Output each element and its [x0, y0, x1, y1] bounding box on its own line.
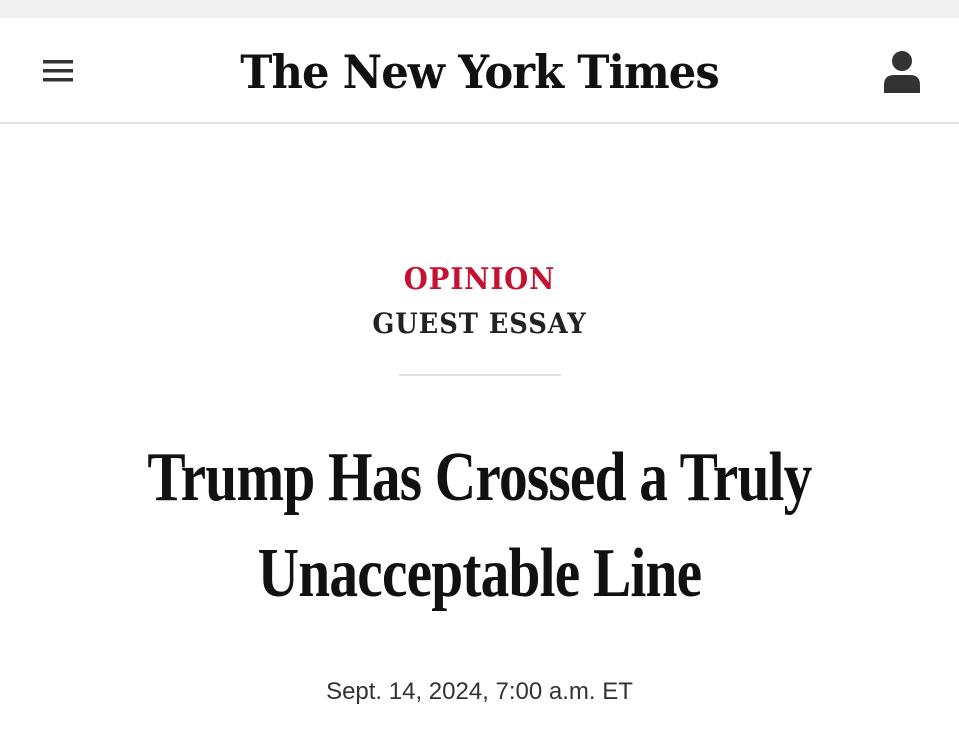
- user-account-icon: [884, 51, 920, 93]
- section-label: GUEST ESSAY: [372, 307, 587, 340]
- opinion-kicker[interactable]: OPINION: [38, 262, 920, 298]
- site-header: The New York Times: [0, 18, 959, 124]
- divider: [399, 374, 561, 376]
- article-headline: Trump Has Crossed a Truly Unacceptable L…: [147, 439, 812, 612]
- masthead-logo[interactable]: The New York Times: [29, 40, 930, 104]
- account-button[interactable]: [881, 49, 923, 95]
- status-strip: [0, 0, 959, 18]
- publish-timestamp: Sept. 14, 2024, 7:00 a.m. ET: [326, 678, 633, 705]
